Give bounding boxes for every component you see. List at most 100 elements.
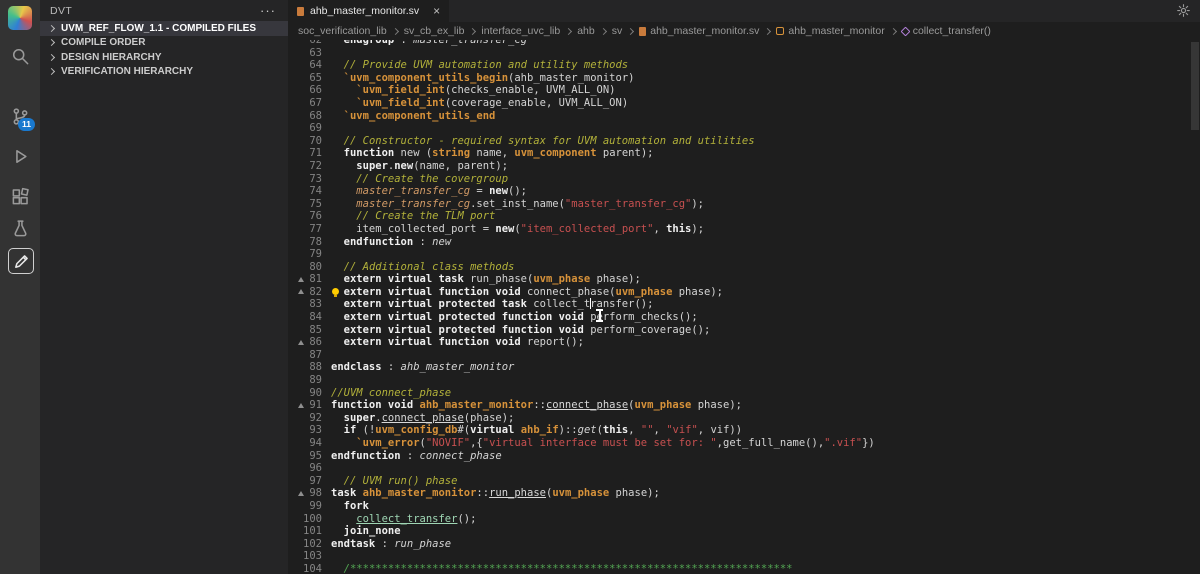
code-line-text[interactable]: // Constructor - required syntax for UVM… (331, 135, 755, 148)
code-line-text[interactable]: join_none (331, 525, 401, 538)
code-line-text[interactable]: `uvm_field_int(checks_enable, UVM_ALL_ON… (331, 84, 615, 97)
code-line-text[interactable]: endfunction : new (331, 236, 451, 249)
line-number[interactable]: 83 (288, 298, 322, 311)
code-line[interactable]: 69 (288, 122, 1200, 135)
code-line[interactable]: 84 extern virtual protected function voi… (288, 311, 1200, 324)
line-number[interactable]: 77 (288, 223, 322, 236)
line-number[interactable]: 69 (288, 122, 322, 135)
code-line-text[interactable]: super.new(name, parent); (331, 160, 508, 173)
code-line-text[interactable]: task ahb_master_monitor::run_phase(uvm_p… (331, 487, 660, 500)
code-line[interactable]: 103 (288, 550, 1200, 563)
code-line-text[interactable]: /***************************************… (331, 563, 793, 574)
line-number[interactable]: 86 (288, 336, 322, 349)
extern-marker-icon[interactable] (298, 490, 304, 496)
code-line[interactable]: 89 (288, 374, 1200, 387)
code-line[interactable]: 70 // Constructor - required syntax for … (288, 135, 1200, 148)
line-number[interactable]: 95 (288, 450, 322, 463)
code-line[interactable]: 83 extern virtual protected task collect… (288, 298, 1200, 311)
line-number[interactable]: 79 (288, 248, 322, 261)
code-line[interactable]: 71 function new (string name, uvm_compon… (288, 147, 1200, 160)
line-number[interactable]: 97 (288, 475, 322, 488)
line-number[interactable]: 84 (288, 311, 322, 324)
line-number[interactable]: 89 (288, 374, 322, 387)
code-line-text[interactable]: `uvm_field_int(coverage_enable, UVM_ALL_… (331, 97, 628, 110)
code-line-text[interactable]: master_transfer_cg.set_inst_name("master… (331, 198, 704, 211)
more-actions-icon[interactable]: ··· (260, 3, 276, 18)
code-line-text[interactable]: super.connect_phase(phase); (331, 412, 515, 425)
source-control-icon[interactable]: 11 (8, 104, 35, 131)
line-number[interactable]: 104 (288, 563, 322, 574)
extern-marker-icon[interactable] (298, 276, 304, 282)
line-number[interactable]: 87 (288, 349, 322, 362)
breadcrumb-item[interactable]: soc_verification_lib (298, 25, 387, 37)
code-line[interactable]: 91 function void ahb_master_monitor::conn… (288, 399, 1200, 412)
code-line[interactable]: 88 endclass : ahb_master_monitor (288, 361, 1200, 374)
code-line[interactable]: 104 /***********************************… (288, 563, 1200, 574)
code-line-text[interactable]: if (!uvm_config_db#(virtual ahb_if)::get… (331, 424, 742, 437)
code-line-text[interactable]: extern virtual protected task collect_tr… (331, 298, 653, 311)
sidebar-item[interactable]: DESIGN HIERARCHY (40, 50, 288, 65)
code-line[interactable]: 80 // Additional class methods (288, 261, 1200, 274)
line-number[interactable]: 70 (288, 135, 322, 148)
line-number[interactable]: 90 (288, 387, 322, 400)
extern-marker-icon[interactable] (298, 289, 304, 295)
line-number[interactable]: 93 (288, 424, 322, 437)
line-number[interactable]: 101 (288, 525, 322, 538)
tab-close-icon[interactable]: × (433, 4, 440, 18)
code-line[interactable]: 94 `uvm_error("NOVIF",{"virtual interfac… (288, 437, 1200, 450)
line-number[interactable]: 88 (288, 361, 322, 374)
code-line-text[interactable]: // Create the covergroup (331, 173, 508, 186)
test-beaker-icon[interactable] (8, 216, 32, 240)
code-line[interactable]: 81 extern virtual task run_phase(uvm_pha… (288, 273, 1200, 286)
line-number[interactable]: 81 (288, 273, 322, 286)
line-number[interactable]: 64 (288, 59, 322, 72)
line-number[interactable]: 78 (288, 236, 322, 249)
breadcrumb-item[interactable]: ahb_master_monitor.sv (639, 25, 759, 37)
line-number[interactable]: 80 (288, 261, 322, 274)
line-number[interactable]: 63 (288, 47, 322, 60)
code-line[interactable]: 92 super.connect_phase(phase); (288, 412, 1200, 425)
code-line-text[interactable]: `uvm_component_utils_begin(ahb_master_mo… (331, 72, 635, 85)
sidebar-item[interactable]: VERIFICATION HIERARCHY (40, 65, 288, 80)
code-line-text[interactable]: item_collected_port = new("item_collecte… (331, 223, 704, 236)
line-number[interactable]: 99 (288, 500, 322, 513)
code-line[interactable]: 66 `uvm_field_int(checks_enable, UVM_ALL… (288, 84, 1200, 97)
tab-ahb-master-monitor[interactable]: ahb_master_monitor.sv × (288, 0, 450, 22)
code-line-text[interactable]: endclass : ahb_master_monitor (331, 361, 514, 374)
code-line[interactable]: 79 (288, 248, 1200, 261)
code-line[interactable]: 96 (288, 462, 1200, 475)
code-line[interactable]: 68 `uvm_component_utils_end (288, 110, 1200, 123)
extensions-icon[interactable] (8, 184, 32, 208)
dvt-logo[interactable] (8, 6, 32, 30)
extern-marker-icon[interactable] (298, 339, 304, 345)
line-number[interactable]: 103 (288, 550, 322, 563)
line-number[interactable]: 65 (288, 72, 322, 85)
code-line[interactable]: 64 // Provide UVM automation and utility… (288, 59, 1200, 72)
code-line[interactable]: 74 master_transfer_cg = new(); (288, 185, 1200, 198)
code-line[interactable]: 86 extern virtual function void report()… (288, 336, 1200, 349)
line-number[interactable]: 96 (288, 462, 322, 475)
code-line[interactable]: 90 //UVM connect_phase (288, 387, 1200, 400)
code-line-text[interactable]: function new (string name, uvm_component… (331, 147, 654, 160)
code-line-text[interactable]: collect_transfer(); (331, 513, 476, 526)
extern-marker-icon[interactable] (298, 402, 304, 408)
code-line[interactable]: 100 collect_transfer(); (288, 513, 1200, 526)
sidebar-item[interactable]: UVM_REF_FLOW_1.1 - COMPILED FILES (40, 21, 288, 36)
code-line[interactable]: 76 // Create the TLM port (288, 210, 1200, 223)
code-line-text[interactable]: fork (331, 500, 369, 513)
breadcrumb-item[interactable]: ahb (577, 25, 595, 37)
code-line-text[interactable]: `uvm_component_utils_end (331, 110, 496, 123)
editor-scrollbar-thumb[interactable] (1191, 42, 1199, 130)
code-line[interactable]: 77 item_collected_port = new("item_colle… (288, 223, 1200, 236)
code-line-text[interactable]: function void ahb_master_monitor::connec… (331, 399, 742, 412)
line-number[interactable]: 73 (288, 173, 322, 186)
code-line[interactable]: 65 `uvm_component_utils_begin(ahb_master… (288, 72, 1200, 85)
line-number[interactable]: 94 (288, 437, 322, 450)
code-line[interactable]: 73 // Create the covergroup (288, 173, 1200, 186)
search-icon[interactable] (8, 44, 32, 68)
line-number[interactable]: 76 (288, 210, 322, 223)
line-number[interactable]: 91 (288, 399, 322, 412)
code-line-text[interactable]: extern virtual task run_phase(uvm_phase … (331, 273, 641, 286)
code-line-text[interactable]: extern virtual protected function void p… (331, 311, 698, 324)
run-debug-icon[interactable] (8, 144, 32, 168)
